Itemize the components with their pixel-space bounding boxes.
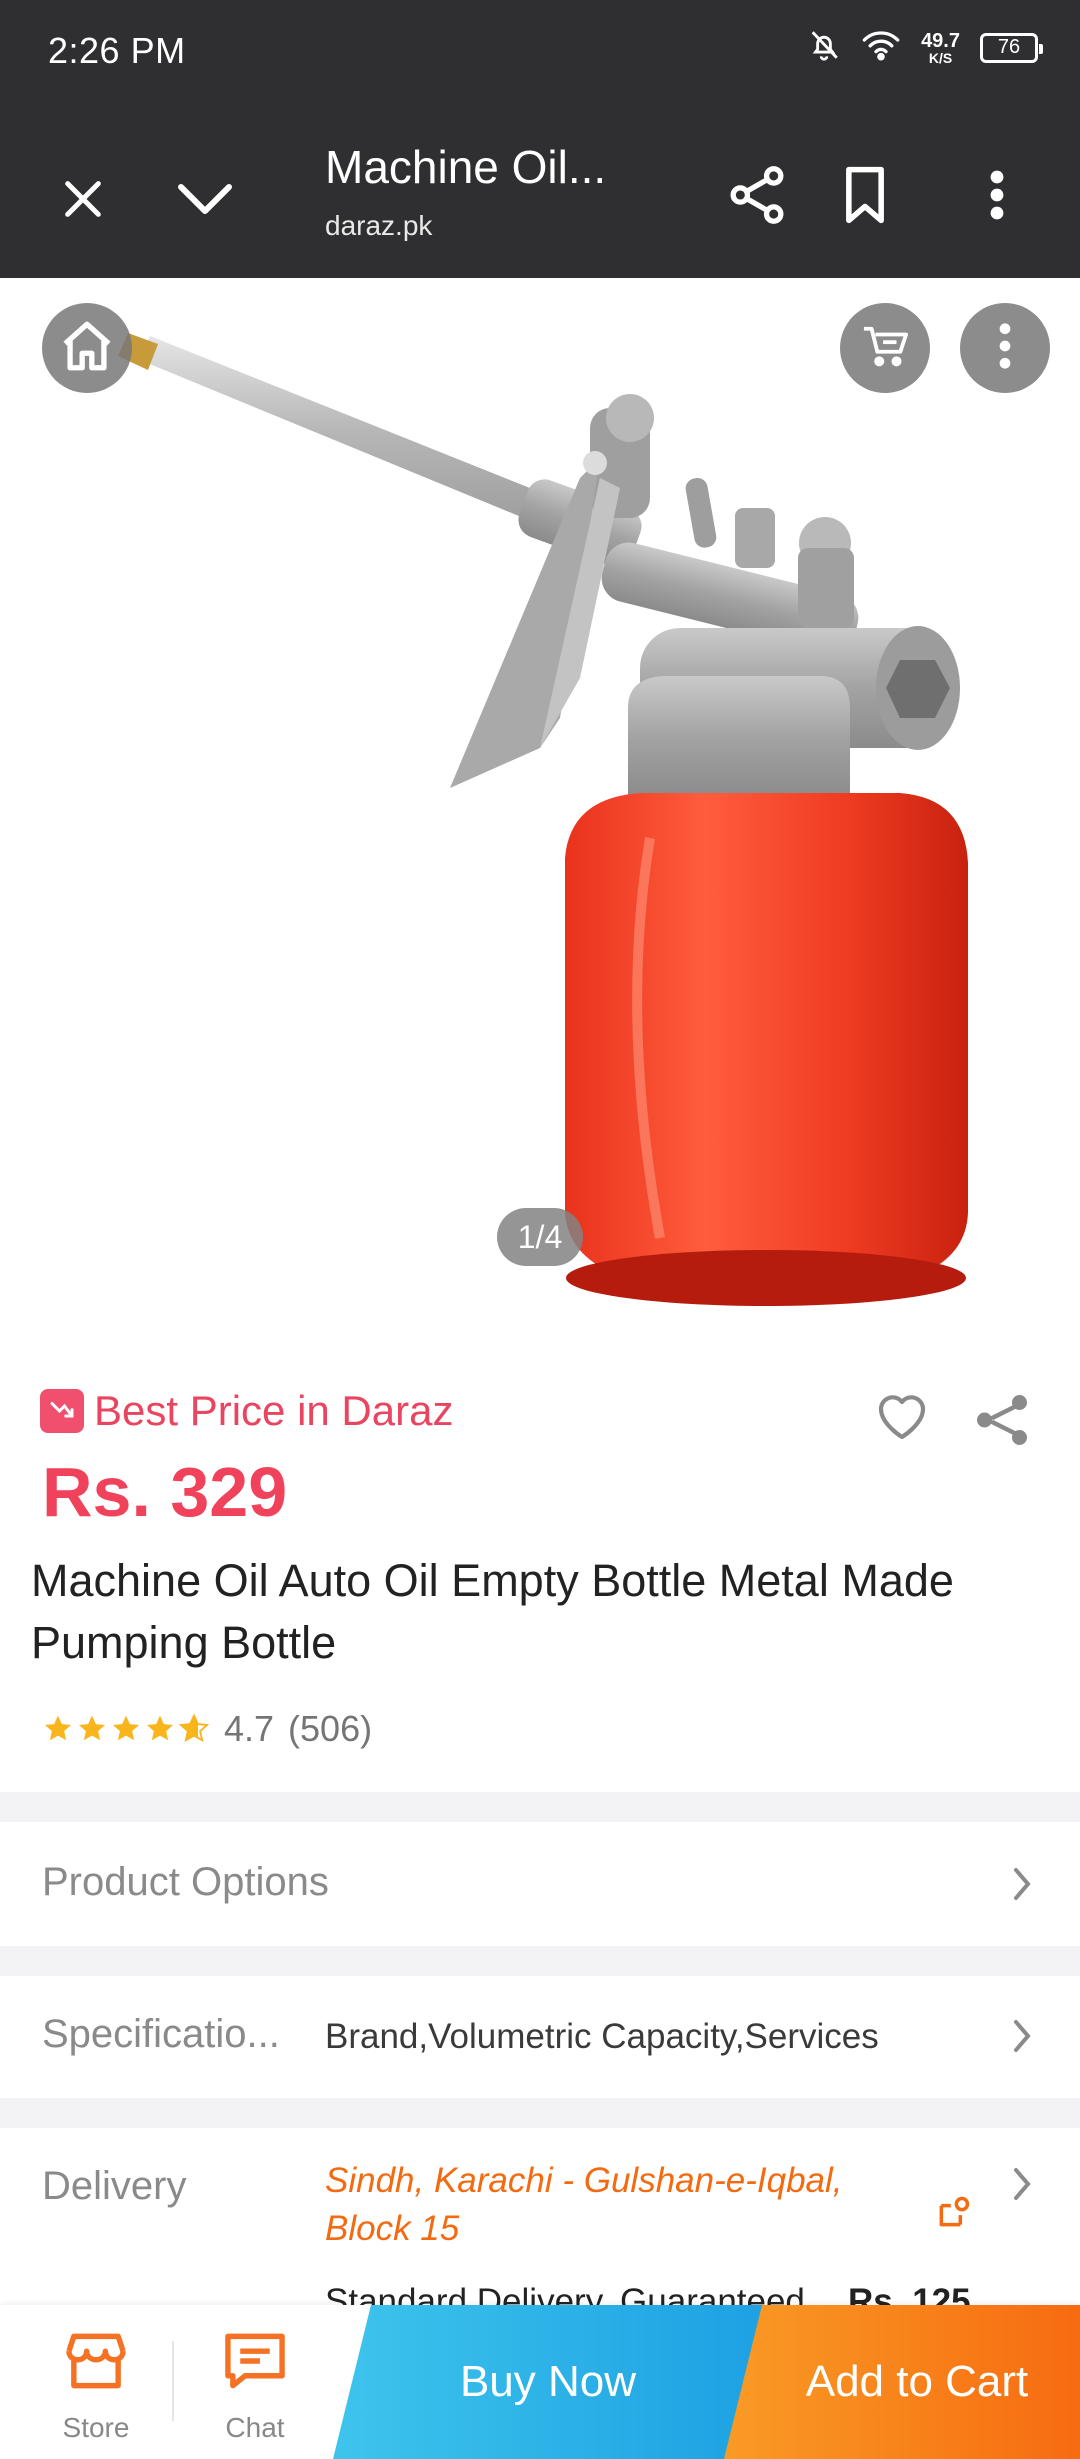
home-button[interactable] — [42, 303, 132, 393]
bookmark-icon[interactable] — [830, 160, 900, 230]
home-icon — [58, 317, 116, 380]
star-icon — [44, 1715, 72, 1741]
page-title: Machine Oil... — [325, 141, 607, 193]
product-gallery[interactable]: 1/4 — [0, 278, 1080, 1308]
delivery-location[interactable]: Sindh, Karachi - Gulshan-e-Iqbal, Block … — [325, 2157, 935, 2253]
rating-stars — [42, 1713, 210, 1745]
chat-label: Chat — [225, 2412, 285, 2443]
close-icon[interactable] — [50, 166, 116, 232]
section-divider — [0, 1946, 1080, 1976]
network-speed-value: 49.7 — [921, 29, 960, 52]
chevron-down-icon[interactable] — [170, 166, 240, 232]
status-time: 2:26 PM — [48, 30, 186, 71]
specifications-label: Specificatio... — [42, 2012, 280, 2056]
battery-icon: 76 — [980, 32, 1043, 63]
star-icon — [146, 1715, 174, 1741]
star-icon — [78, 1715, 106, 1741]
cart-button[interactable] — [840, 303, 930, 393]
product-options-label: Product Options — [42, 1860, 329, 1904]
review-count: (506) — [288, 1708, 373, 1749]
more-vertical-icon[interactable] — [962, 160, 1032, 230]
product-options-row[interactable]: Product Options — [0, 1822, 1080, 1946]
chat-icon — [220, 2329, 290, 2400]
half-star-icon — [178, 1713, 210, 1743]
bottom-bar-divider — [172, 2341, 174, 2421]
network-speed-unit: K/S — [928, 49, 953, 66]
wishlist-heart-icon[interactable] — [874, 1390, 930, 1447]
edit-location-icon[interactable] — [935, 2193, 973, 2236]
chevron-right-icon — [1012, 2166, 1032, 2207]
specifications-row[interactable]: Specificatio... Brand,Volumetric Capacit… — [0, 1976, 1080, 2098]
share-icon[interactable] — [722, 160, 792, 230]
screen: 2:26 PM 49.7 K/S 76 Machine Oil... daraz… — [0, 0, 1080, 2459]
product-title: Machine Oil Auto Oil Empty Bottle Metal … — [31, 1555, 954, 1668]
product-price: Rs. 329 — [42, 1453, 288, 1531]
product-rating[interactable]: 4.7 (506) — [42, 1708, 372, 1750]
store-button[interactable]: Store — [36, 2305, 156, 2459]
battery-level: 76 — [997, 36, 1021, 58]
browser-toolbar: Machine Oil... daraz.pk — [0, 110, 1080, 278]
chevron-right-icon — [1012, 2018, 1032, 2059]
bottom-action-bar: Store Chat Buy Now Add to Cart — [0, 2305, 1080, 2459]
buy-now-button[interactable]: Buy Now — [333, 2305, 763, 2459]
status-icons: 49.7 K/S 76 — [807, 28, 1043, 67]
rating-value: 4.7 — [224, 1708, 275, 1749]
more-options-button[interactable] — [960, 303, 1050, 393]
store-label: Store — [62, 2412, 130, 2443]
section-divider — [0, 2098, 1080, 2128]
best-price-badge-icon — [40, 1389, 84, 1433]
status-bar: 2:26 PM 49.7 K/S 76 — [0, 0, 1080, 110]
wifi-icon — [861, 28, 901, 67]
store-icon — [61, 2329, 131, 2400]
notifications-off-icon — [807, 28, 841, 67]
section-divider — [0, 1792, 1080, 1822]
best-price-label: Best Price in Daraz — [40, 1387, 453, 1435]
share-product-icon[interactable] — [972, 1390, 1032, 1455]
chevron-right-icon — [1012, 1866, 1032, 1907]
more-vertical-icon — [999, 322, 1011, 374]
page-domain: daraz.pk — [325, 210, 433, 241]
cart-icon — [860, 323, 910, 374]
best-price-text: Best Price in Daraz — [94, 1387, 454, 1434]
star-icon — [112, 1715, 140, 1741]
network-speed: 49.7 K/S — [921, 31, 960, 65]
specifications-value: Brand,Volumetric Capacity,Services — [325, 2017, 879, 2056]
image-counter: 1/4 — [497, 1208, 583, 1266]
add-to-cart-button[interactable]: Add to Cart — [724, 2305, 1080, 2459]
delivery-label: Delivery — [42, 2164, 187, 2208]
product-image — [118, 333, 968, 1306]
chat-button[interactable]: Chat — [195, 2305, 315, 2459]
